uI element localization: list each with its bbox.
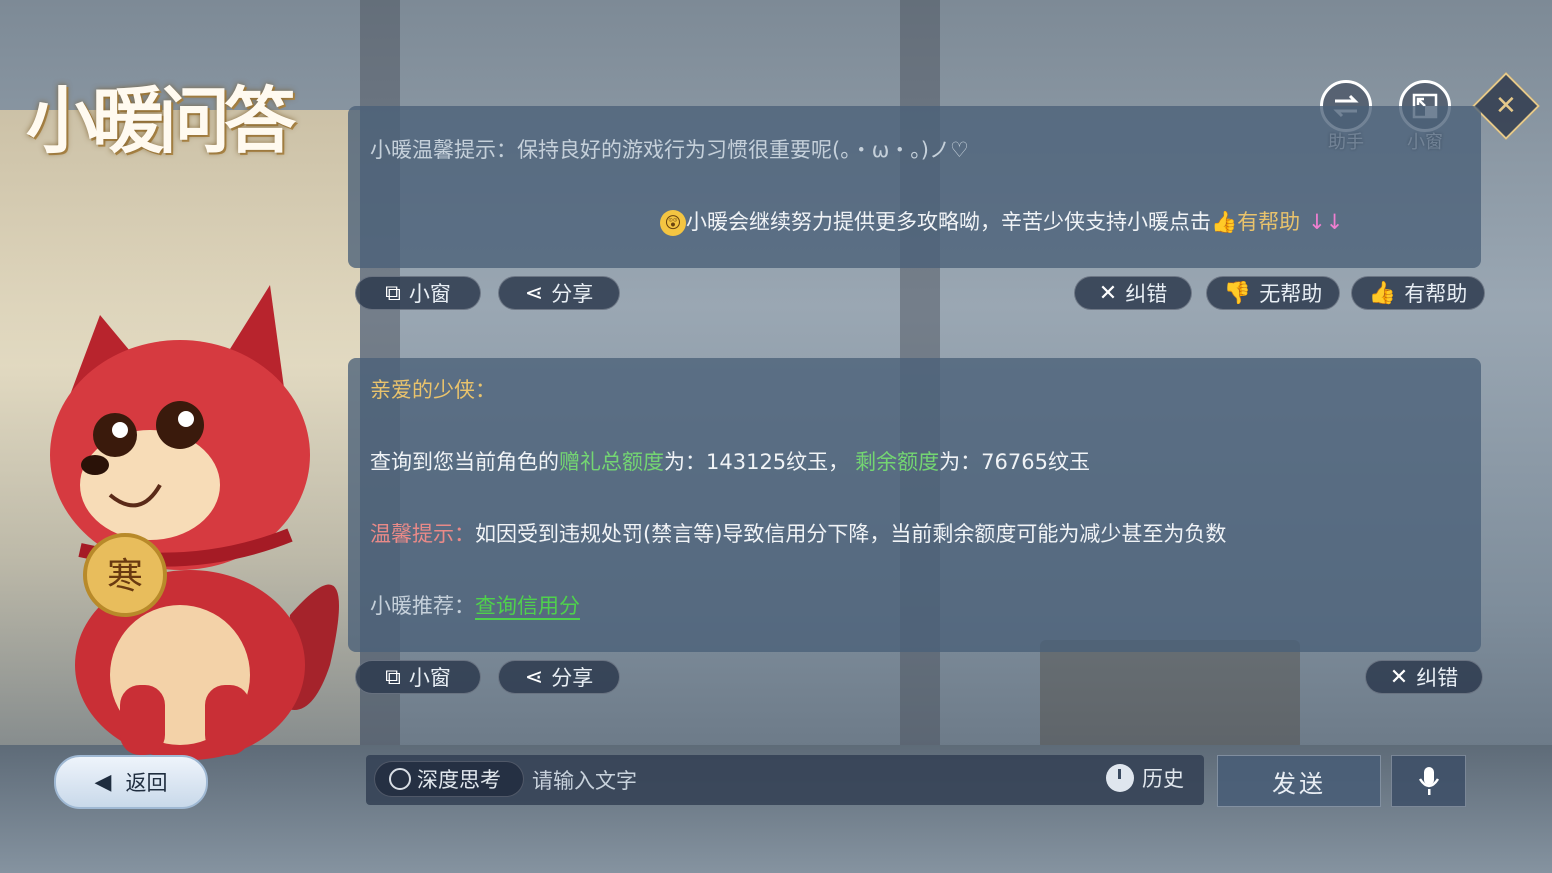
mascot-dog-image: 寒	[50, 285, 339, 760]
support-text: 小暖会继续努力提供更多攻略呦，辛苦少侠支持小暖点击	[686, 210, 1211, 234]
correct-button[interactable]: ✕ 纠错	[1074, 276, 1192, 310]
share-button[interactable]: ⋖ 分享	[498, 660, 620, 694]
recommend-line: 小暖推荐：查询信用分	[370, 590, 580, 620]
send-label: 发送	[1272, 769, 1326, 798]
history-button[interactable]: 历史	[1106, 763, 1184, 793]
history-label: 历史	[1142, 767, 1184, 791]
surprised-face-icon: 😲	[660, 210, 686, 236]
total-quota-label: 赠礼总额度	[559, 450, 664, 474]
down-arrows: ↓↓	[1308, 210, 1344, 234]
radio-circle-icon	[389, 768, 411, 790]
query-prefix: 查询到您当前角色的	[370, 450, 559, 474]
send-button[interactable]: 发送	[1217, 755, 1381, 807]
helpful-highlight: 有帮助	[1237, 210, 1301, 234]
mini-window-pill-label: 小窗	[408, 282, 451, 306]
not-helpful-label: 无帮助	[1259, 282, 1323, 306]
message-input[interactable]	[530, 763, 1094, 799]
warm-tip-label: 温馨提示：	[370, 522, 475, 546]
remaining-quota-value: 为：76765纹玉	[939, 450, 1090, 474]
mini-window-pill-button[interactable]: ⧉ 小窗	[355, 276, 481, 310]
total-quota-value: 为：143125纹玉，	[664, 450, 850, 474]
quota-line: 查询到您当前角色的赠礼总额度为：143125纹玉， 剩余额度为：76765纹玉	[370, 446, 1090, 476]
not-helpful-button[interactable]: 👎 无帮助	[1206, 276, 1340, 310]
back-label: 返回	[125, 771, 168, 795]
deep-think-label: 深度思考	[417, 768, 501, 792]
warm-tip-line: 温馨提示：如因受到违规处罚(禁言等)导致信用分下降，当前剩余额度可能为减少甚至为…	[370, 518, 1226, 548]
message-panel-result: 亲爱的少侠： 查询到您当前角色的赠礼总额度为：143125纹玉， 剩余额度为：76…	[348, 358, 1481, 652]
credit-score-link[interactable]: 查询信用分	[475, 594, 580, 620]
thumbs-down-icon: 👎	[1223, 280, 1252, 306]
correct-button[interactable]: ✕ 纠错	[1365, 660, 1483, 694]
close-icon: ✕	[1098, 280, 1118, 306]
thumbs-up-icon: 👍	[1211, 210, 1238, 234]
share-icon: ⋖	[524, 664, 544, 690]
share-label: 分享	[551, 666, 594, 690]
correct-label: 纠错	[1125, 282, 1168, 306]
close-icon: ✕	[1495, 90, 1517, 121]
share-button[interactable]: ⋖ 分享	[498, 276, 620, 310]
mini-window-icon: ⧉	[385, 280, 401, 306]
mascot-tag-text: 寒	[107, 556, 143, 597]
mini-window-icon: ⧉	[385, 664, 401, 690]
helpful-label: 有帮助	[1404, 282, 1468, 306]
background-table	[1040, 640, 1300, 750]
tip-text: 小暖温馨提示：保持良好的游戏行为习惯很重要呢(。・ω・。)ノ♡	[370, 138, 969, 162]
greeting: 亲爱的少侠：	[370, 378, 496, 402]
remaining-quota-label: 剩余额度	[855, 450, 940, 474]
app-logo-title: 小暖问答	[26, 78, 296, 163]
close-icon: ✕	[1389, 664, 1409, 690]
thumbs-up-icon: 👍	[1368, 280, 1397, 306]
back-arrow-icon: ◀	[94, 769, 112, 795]
helpful-button[interactable]: 👍 有帮助	[1351, 276, 1485, 310]
microphone-icon	[1418, 767, 1439, 795]
warm-tip-text: 如因受到违规处罚(禁言等)导致信用分下降，当前剩余额度可能为减少甚至为负数	[475, 522, 1227, 546]
mini-window-pill-button[interactable]: ⧉ 小窗	[355, 660, 481, 694]
share-icon: ⋖	[524, 280, 544, 306]
deep-think-toggle[interactable]: 深度思考	[374, 761, 524, 797]
recommend-label: 小暖推荐：	[370, 594, 475, 618]
chat-input-bar: 深度思考 历史	[366, 755, 1204, 805]
message-panel-tip: 小暖温馨提示：保持良好的游戏行为习惯很重要呢(。・ω・。)ノ♡ 😲 小暖会继续努力…	[348, 106, 1481, 268]
back-button[interactable]: ◀ 返回	[54, 755, 208, 809]
share-label: 分享	[551, 282, 594, 306]
microphone-button[interactable]	[1391, 755, 1466, 807]
correct-label: 纠错	[1416, 666, 1459, 690]
clock-icon	[1106, 764, 1134, 792]
close-button[interactable]: ✕	[1472, 72, 1540, 140]
mini-window-pill-label: 小窗	[408, 666, 451, 690]
support-line: 😲 小暖会继续努力提供更多攻略呦，辛苦少侠支持小暖点击👍有帮助 ↓↓	[660, 206, 1343, 236]
